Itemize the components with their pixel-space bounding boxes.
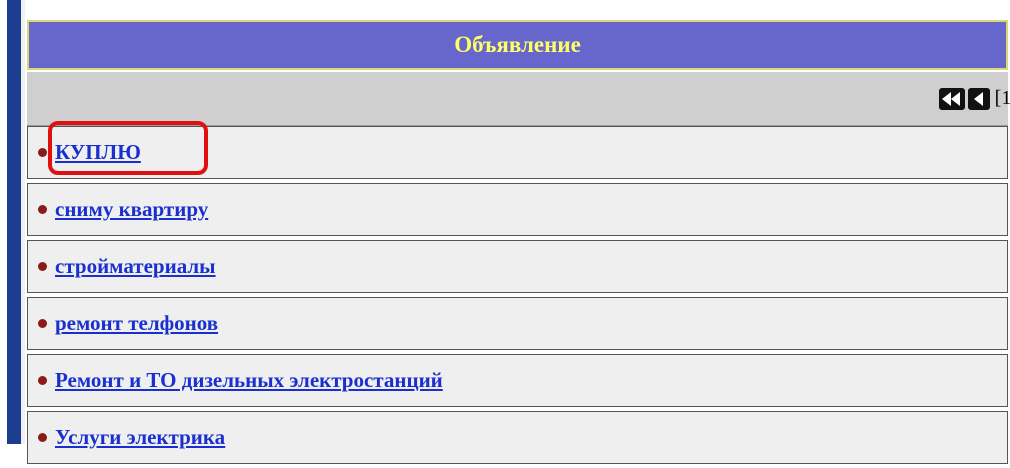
bullet-icon	[38, 376, 47, 385]
ads-panel: Объявление [1] КУПЛЮ сниму квартиру стро…	[27, 20, 1010, 464]
bullet-icon	[38, 319, 47, 328]
current-page-indicator[interactable]: [1]	[995, 87, 1010, 110]
left-border-bar	[7, 0, 21, 444]
double-left-arrow-icon-part	[950, 91, 960, 106]
list-item: Услуги электрика	[27, 411, 1008, 464]
list-item: ремонт телфонов	[27, 297, 1008, 350]
pagination-controls: [1]	[938, 87, 1010, 110]
double-left-arrow-icon	[941, 91, 951, 106]
category-link-snimu-kvartiru[interactable]: сниму квартиру	[55, 197, 208, 222]
list-item: сниму квартиру	[27, 183, 1008, 236]
previous-page-button[interactable]	[967, 87, 990, 110]
category-link-remont-telfonov[interactable]: ремонт телфонов	[55, 311, 218, 336]
bullet-icon	[38, 205, 47, 214]
first-page-button[interactable]	[938, 87, 965, 110]
category-link-remont-dizel[interactable]: Ремонт и ТО дизельных электростанций	[55, 368, 443, 393]
bullet-icon	[38, 148, 47, 157]
category-link-stroymaterialy[interactable]: стройматериалы	[55, 254, 216, 279]
category-link-kuplyu[interactable]: КУПЛЮ	[55, 140, 141, 165]
left-border-gap	[21, 0, 25, 444]
list-item: Ремонт и ТО дизельных электростанций	[27, 354, 1008, 407]
bullet-icon	[38, 262, 47, 271]
category-list: КУПЛЮ сниму квартиру стройматериалы ремо…	[27, 126, 1008, 468]
left-arrow-icon	[973, 91, 983, 106]
bullet-icon	[38, 433, 47, 442]
list-item: КУПЛЮ	[27, 126, 1008, 179]
panel-title: Объявление	[27, 20, 1008, 70]
list-item: стройматериалы	[27, 240, 1008, 293]
pagination-bar: [1]	[27, 72, 1010, 126]
category-link-uslugi-elektrika[interactable]: Услуги электрика	[55, 425, 225, 450]
